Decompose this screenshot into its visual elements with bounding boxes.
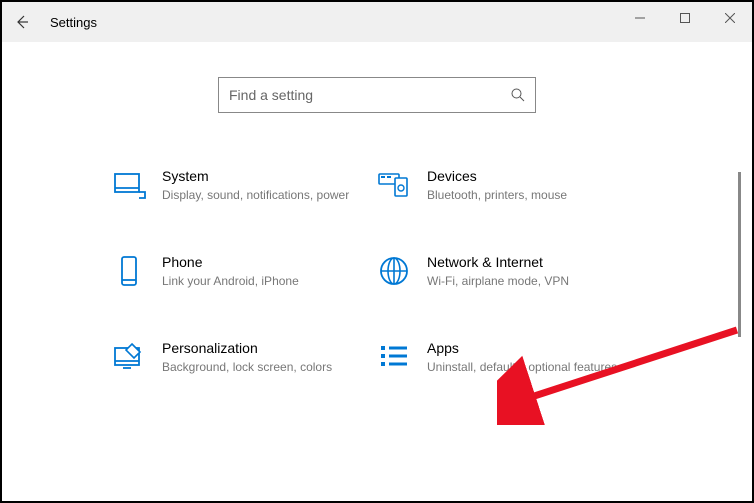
back-button[interactable] <box>2 2 42 42</box>
tile-phone[interactable]: Phone Link your Android, iPhone <box>112 254 377 290</box>
system-icon <box>112 168 146 202</box>
tile-desc: Link your Android, iPhone <box>162 273 357 290</box>
window-controls <box>617 2 752 34</box>
back-arrow-icon <box>14 14 30 30</box>
apps-icon <box>377 340 411 374</box>
tile-title: Personalization <box>162 340 357 356</box>
phone-icon <box>112 254 146 288</box>
tile-personalization[interactable]: Personalization Background, lock screen,… <box>112 340 377 376</box>
minimize-button[interactable] <box>617 2 662 34</box>
scrollbar-thumb[interactable] <box>738 172 741 337</box>
tile-desc: Display, sound, notifications, power <box>162 187 357 204</box>
search-input[interactable] <box>229 87 511 103</box>
tile-desc: Wi-Fi, airplane mode, VPN <box>427 273 622 290</box>
search-box[interactable] <box>218 77 536 113</box>
personalization-icon <box>112 340 146 374</box>
maximize-button[interactable] <box>662 2 707 34</box>
tile-network[interactable]: Network & Internet Wi-Fi, airplane mode,… <box>377 254 642 290</box>
close-button[interactable] <box>707 2 752 34</box>
window-title: Settings <box>50 15 97 30</box>
devices-icon <box>377 168 411 202</box>
tile-title: System <box>162 168 357 184</box>
search-icon <box>511 88 525 102</box>
network-icon <box>377 254 411 288</box>
tile-devices[interactable]: Devices Bluetooth, printers, mouse <box>377 168 642 204</box>
settings-grid: System Display, sound, notifications, po… <box>92 168 662 375</box>
tile-system[interactable]: System Display, sound, notifications, po… <box>112 168 377 204</box>
close-icon <box>725 13 735 23</box>
tile-title: Phone <box>162 254 357 270</box>
maximize-icon <box>680 13 690 23</box>
content-area: System Display, sound, notifications, po… <box>2 42 752 501</box>
tile-desc: Background, lock screen, colors <box>162 359 357 376</box>
tile-desc: Bluetooth, printers, mouse <box>427 187 622 204</box>
tile-title: Apps <box>427 340 622 356</box>
minimize-icon <box>635 13 645 23</box>
tile-desc: Uninstall, defaults, optional features <box>427 359 622 376</box>
tile-title: Network & Internet <box>427 254 622 270</box>
tile-title: Devices <box>427 168 622 184</box>
tile-apps[interactable]: Apps Uninstall, defaults, optional featu… <box>377 340 642 376</box>
titlebar: Settings <box>2 2 752 42</box>
